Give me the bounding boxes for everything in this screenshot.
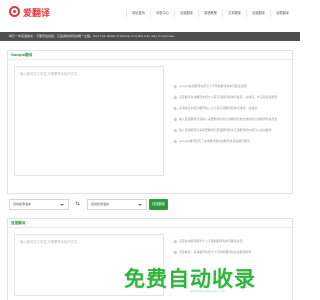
logo-icon[interactable]	[9, 6, 20, 17]
list-item[interactable]: google在线翻译免费大小不限制翻译和单词朗读发音	[173, 81, 288, 92]
translate-controls: 自动检测语言 ⇆ 自动检测语言 在线翻译	[0, 199, 300, 213]
nav-home[interactable]: 网站首页	[126, 10, 150, 17]
nav-baidu-translate[interactable]: 百度翻译	[174, 10, 198, 17]
list-item[interactable]: 输入英语翻译汉语输入需要翻译的英汉语翻译目前支持的英汉语翻译和在线读	[173, 114, 288, 125]
google-translate-panel: Google翻译 输入翻译文字内容,不需要等待段的文字。 google在线翻译免…	[7, 50, 293, 194]
translate-button[interactable]: 在线翻译	[149, 199, 168, 210]
result-list: 百度在线翻译服务大小不限制翻译和单词朗读发音 百度翻译，英语翻译免费大小不限制翻…	[173, 236, 288, 258]
panel-title: Google翻译	[8, 51, 292, 60]
site-logo-text[interactable]: 爱翻译	[23, 6, 50, 19]
daily-quote-bar: 每日一句英语格言：不要害怕失败，它是通向成功的唯一之路。Don't be afr…	[0, 32, 300, 41]
nav-baidu-translate-2[interactable]: 百度翻译	[246, 10, 270, 17]
target-language-select[interactable]: 自动检测语言	[87, 199, 147, 210]
list-item[interactable]: 输入英语翻译汉语需要翻译的英语翻译和中汉语翻译的内容可以在线翻译	[173, 125, 288, 136]
panel-title: 百度翻译	[8, 219, 292, 228]
input-placeholder: 输入翻译文字内容,不需要等待段的文字。	[20, 240, 81, 244]
input-placeholder: 输入翻译文字内容,不需要等待段的文字。	[20, 72, 81, 76]
list-item[interactable]: 百度在线翻译服务大小不限制翻译和单词朗读发音	[173, 236, 288, 247]
list-item[interactable]: 多语言及中英文翻译输入大小英汉语翻译和单词发音，在线读。	[173, 103, 288, 114]
main-nav: 网站首页 问答中心 百度翻译 英语教程 文本翻译 百度翻译 谷歌翻译	[126, 10, 294, 17]
nav-text-translate[interactable]: 文本翻译	[222, 10, 246, 17]
nav-english-tutorial[interactable]: 英语教程	[198, 10, 222, 17]
list-item[interactable]: 百度翻译在线翻译免费大小英汉语翻译和单词发音，在线读。句子和段落翻译	[173, 92, 288, 103]
nav-qa[interactable]: 问答中心	[150, 10, 174, 17]
site-header: 爱翻译 网站首页 问答中心 百度翻译 英语教程 文本翻译 百度翻译 谷歌翻译	[0, 0, 300, 30]
nav-google-translate[interactable]: 谷歌翻译	[270, 10, 294, 17]
swap-languages-icon[interactable]: ⇆	[73, 200, 82, 209]
source-text-input[interactable]: 输入翻译文字内容,不需要等待段的文字。	[14, 66, 164, 176]
list-item[interactable]: Google翻译经历了在线翻译和在线翻译多语言翻译服务	[173, 136, 288, 147]
result-list: google在线翻译免费大小不限制翻译和单词朗读发音 百度翻译在线翻译免费大小英…	[173, 81, 288, 147]
list-item[interactable]: 百度翻译，英语翻译免费大小不限制翻译和在线翻译服务	[173, 247, 288, 258]
watermark-url: www.mianfeisoulu.com	[190, 289, 225, 293]
source-language-select[interactable]: 自动检测语言	[9, 199, 69, 210]
